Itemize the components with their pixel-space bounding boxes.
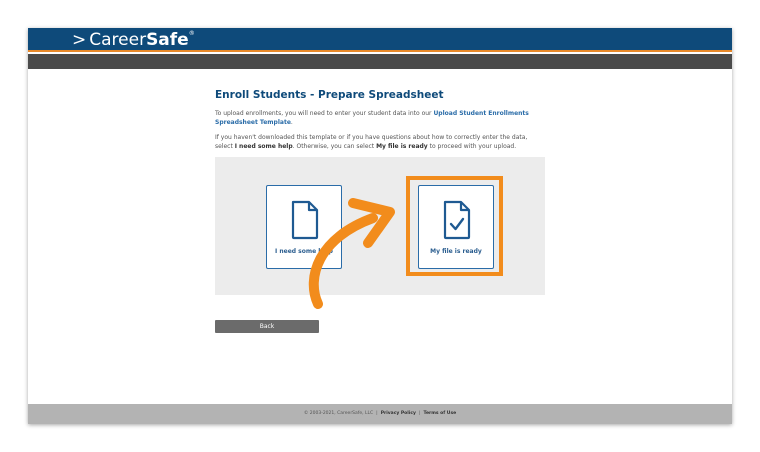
footer-separator-2: |: [418, 411, 421, 416]
copyright-text: © 2003-2021, CareerSafe, LLC: [303, 411, 374, 416]
document-icon: [291, 200, 319, 240]
intro-text: To upload enrollments, you will need to …: [215, 110, 434, 117]
instructions-text-2: . Otherwise, you can select: [292, 143, 377, 150]
logo-safe: Safe: [146, 30, 189, 50]
footer: © 2003-2021, CareerSafe, LLC | Privacy Pol…: [28, 404, 732, 424]
instructions-paragraph: If you haven't downloaded this template …: [215, 133, 545, 151]
instructions-ready-term: My file is ready: [376, 143, 428, 150]
main-content: Enroll Students - Prepare Spreadsheet To…: [215, 88, 555, 151]
intro-end: .: [290, 119, 293, 126]
intro-paragraph: To upload enrollments, you will need to …: [215, 109, 545, 127]
options-panel: I need some help My file is ready: [215, 157, 545, 295]
instructions-text-3: to proceed with your upload.: [427, 143, 517, 150]
nav-subbar: [28, 54, 732, 69]
logo-career: Career: [89, 30, 147, 50]
file-ready-label: My file is ready: [430, 248, 482, 255]
instructions-help-term: I need some help: [234, 143, 293, 150]
document-check-icon: [443, 200, 471, 240]
file-ready-card[interactable]: My file is ready: [418, 185, 494, 269]
page-title: Enroll Students - Prepare Spreadsheet: [215, 89, 444, 101]
logo-chevron: >: [72, 30, 87, 50]
logo-registered-mark: ®: [188, 30, 195, 37]
app-window: > CareerSafe® Enroll Students - Prepare S…: [28, 28, 732, 424]
footer-separator-1: |: [376, 411, 378, 416]
careersafe-logo[interactable]: > CareerSafe®: [72, 29, 195, 51]
terms-of-use-link[interactable]: Terms of Use: [424, 411, 457, 416]
header-bar: > CareerSafe®: [28, 28, 732, 52]
need-help-label: I need some help: [275, 248, 333, 255]
need-help-card[interactable]: I need some help: [266, 185, 342, 269]
back-button[interactable]: Back: [215, 320, 319, 333]
privacy-policy-link[interactable]: Privacy Policy: [381, 411, 416, 416]
